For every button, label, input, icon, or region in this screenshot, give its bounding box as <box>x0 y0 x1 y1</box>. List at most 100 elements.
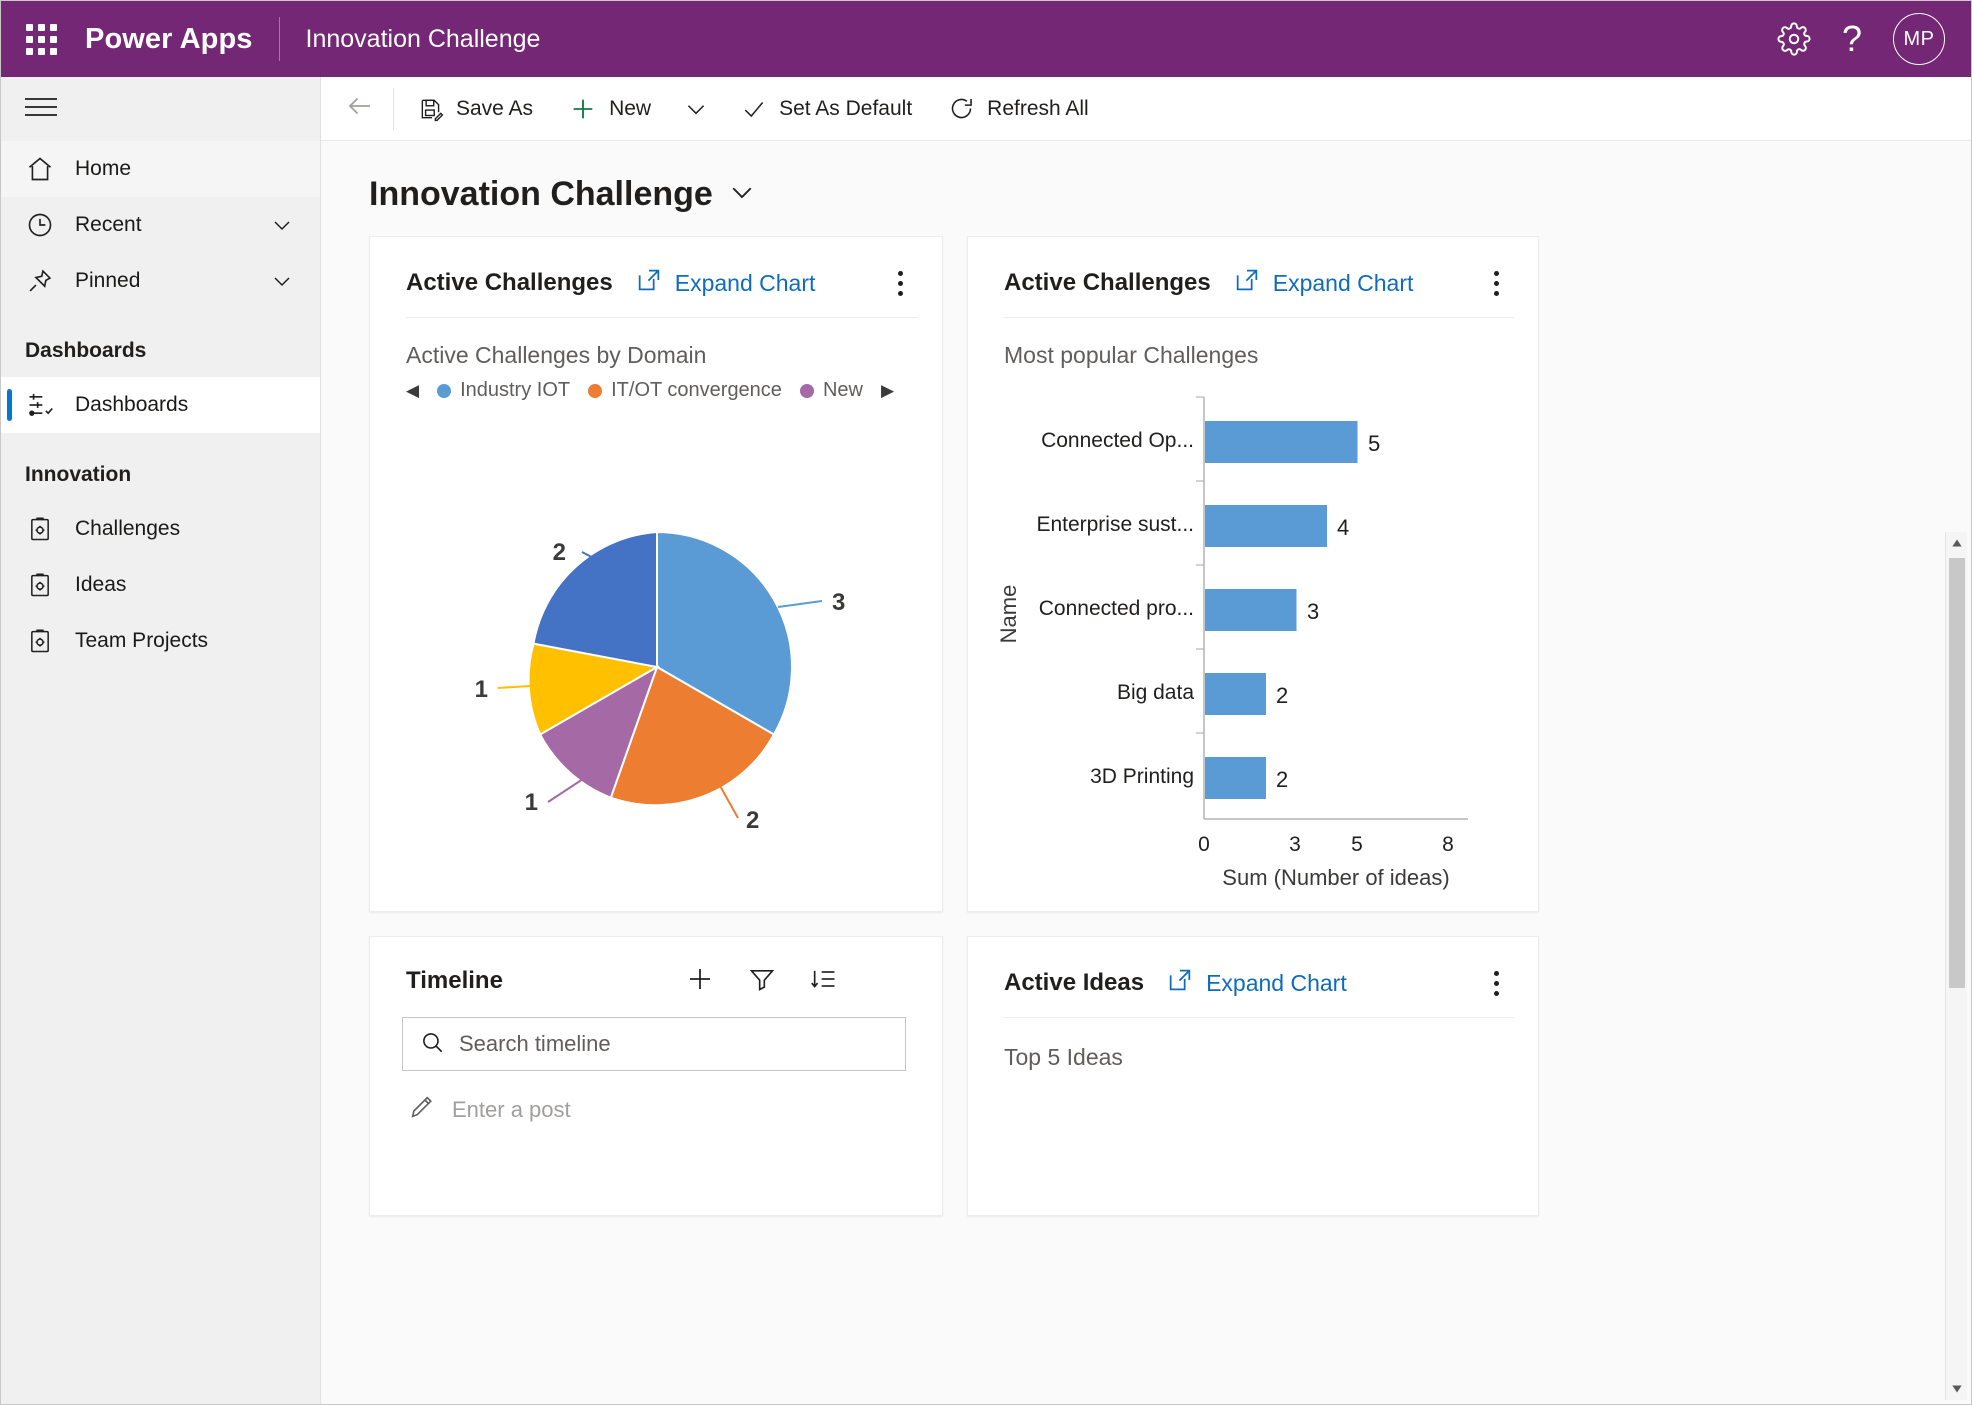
caret-right-icon[interactable]: ▶ <box>881 382 894 399</box>
card-header: Timeline <box>370 937 942 999</box>
card-more-options-button[interactable] <box>1476 963 1516 1003</box>
gear-icon <box>1777 22 1811 56</box>
top-navigation-bar: Power Apps Innovation Challenge ? MP <box>1 1 1971 77</box>
sidebar-item-home[interactable]: Home <box>1 141 320 197</box>
bar[interactable] <box>1205 589 1297 631</box>
question-mark-icon: ? <box>1841 18 1863 59</box>
bar[interactable] <box>1205 673 1266 715</box>
command-label: Refresh All <box>987 96 1089 120</box>
save-as-icon <box>418 96 444 122</box>
command-label: Set As Default <box>779 96 913 120</box>
card-title: Timeline <box>406 967 503 994</box>
sidebar-item-label: Recent <box>75 213 142 236</box>
bar[interactable] <box>1205 757 1266 799</box>
avatar[interactable]: MP <box>1893 13 1945 65</box>
settings-button[interactable] <box>1765 10 1823 68</box>
refresh-icon <box>948 95 975 122</box>
card-timeline: Timeline Search timeline Enter a post <box>369 936 943 1216</box>
ideas-subtitle: Top 5 Ideas <box>1004 1044 1123 1070</box>
y-tick-label: Connected pro... <box>1039 597 1194 620</box>
sidebar-item-dashboards[interactable]: Dashboards <box>1 377 320 433</box>
bar-value-label: 5 <box>1368 431 1380 456</box>
x-tick-label: 8 <box>1442 833 1454 856</box>
timeline-search-box[interactable] <box>402 1017 906 1071</box>
clipboard-gear-icon <box>23 515 57 543</box>
caret-left-icon[interactable]: ◀ <box>406 382 419 399</box>
bar-chart-svg: Name Connected Op... Enterprise sust... … <box>996 396 1468 890</box>
dashboard-grid: Active Challenges Expand Chart Active Ch… <box>369 236 1931 1216</box>
bar[interactable] <box>1205 421 1358 463</box>
save-as-button[interactable]: Save As <box>400 78 551 140</box>
sidebar-item-label: Challenges <box>75 517 181 540</box>
legend-swatch <box>437 383 452 398</box>
sidebar-group-innovation-title: Innovation <box>25 463 132 486</box>
brand-title[interactable]: Power Apps <box>85 23 253 56</box>
new-dropdown-button[interactable] <box>669 78 723 140</box>
app-name-label: Innovation Challenge <box>305 24 541 53</box>
timeline-more-options-button[interactable] <box>868 963 904 999</box>
back-button[interactable] <box>329 78 391 140</box>
scrollbar-thumb[interactable] <box>1949 558 1965 988</box>
back-arrow-icon <box>345 91 375 126</box>
sidebar-item-recent[interactable]: Recent <box>1 197 320 253</box>
pie-label: 3 <box>832 589 845 616</box>
x-tick-label: 0 <box>1198 833 1210 856</box>
legend-swatch <box>588 383 603 398</box>
pencil-icon <box>408 1093 436 1127</box>
expand-chart-button[interactable]: Expand Chart <box>1233 266 1414 300</box>
card-active-challenges-pie: Active Challenges Expand Chart Active Ch… <box>369 236 943 912</box>
avatar-initials: MP <box>1903 27 1935 50</box>
expand-chart-label: Expand Chart <box>1272 269 1414 296</box>
card-more-options-button[interactable] <box>880 263 920 303</box>
legend-item[interactable]: New <box>799 379 863 402</box>
card-more-options-button[interactable] <box>1476 263 1516 303</box>
chevron-down-icon <box>683 96 709 122</box>
search-input[interactable] <box>459 1031 889 1057</box>
app-launcher-icon[interactable] <box>19 17 63 61</box>
sitemap-toggle-button[interactable] <box>1 77 320 141</box>
timeline-post-row[interactable]: Enter a post <box>370 1071 942 1127</box>
pie-label: 2 <box>746 807 759 834</box>
chevron-down-icon[interactable] <box>270 213 294 237</box>
search-icon <box>419 1029 445 1060</box>
sidebar-item-team-projects[interactable]: Team Projects <box>1 613 320 669</box>
app-body: Home Recent Pinned Dashboards Dashboards… <box>1 77 1971 1404</box>
open-in-new-icon <box>1166 966 1194 1000</box>
chevron-down-icon[interactable] <box>727 177 757 212</box>
chevron-down-icon[interactable] <box>270 269 294 293</box>
sidebar-item-pinned[interactable]: Pinned <box>1 253 320 309</box>
set-as-default-button[interactable]: Set As Default <box>723 78 930 140</box>
pie-chart[interactable]: 2 3 1 1 2 <box>370 402 942 911</box>
home-icon <box>23 155 57 183</box>
sidebar-item-ideas[interactable]: Ideas <box>1 557 320 613</box>
scroll-up-button[interactable] <box>1950 532 1964 554</box>
more-vertical-icon <box>897 268 903 298</box>
help-button[interactable]: ? <box>1823 10 1881 68</box>
sidebar-item-challenges[interactable]: Challenges <box>1 501 320 557</box>
expand-chart-button[interactable]: Expand Chart <box>1166 966 1347 1000</box>
canvas-scrollbar[interactable] <box>1945 532 1967 1400</box>
timeline-sort-button[interactable] <box>806 963 842 999</box>
scrollbar-track[interactable] <box>1946 554 1967 1378</box>
expand-chart-label: Expand Chart <box>1206 969 1347 996</box>
card-title: Active Challenges <box>406 269 613 296</box>
chart-subtitle: Active Challenges by Domain <box>406 342 707 368</box>
bar-chart[interactable]: Name Connected Op... Enterprise sust... … <box>968 369 1538 911</box>
legend-item[interactable]: Industry IOT <box>437 379 570 402</box>
pie-label: 1 <box>475 676 488 703</box>
legend-swatch <box>799 383 814 398</box>
bar-value-label: 3 <box>1307 599 1319 624</box>
expand-chart-button[interactable]: Expand Chart <box>635 266 815 300</box>
timeline-filter-button[interactable] <box>744 963 780 999</box>
refresh-all-button[interactable]: Refresh All <box>930 78 1107 140</box>
x-tick-label: 5 <box>1351 833 1363 856</box>
caret-down-icon <box>1951 1385 1962 1393</box>
timeline-add-button[interactable] <box>682 963 718 999</box>
main-content: Save As New Set As Default Refresh All I… <box>321 77 1971 1404</box>
plus-icon <box>685 964 715 999</box>
new-button[interactable]: New <box>551 78 669 140</box>
bar[interactable] <box>1205 505 1327 547</box>
legend-item[interactable]: IT/OT convergence <box>588 379 782 402</box>
scroll-down-button[interactable] <box>1950 1378 1964 1400</box>
hamburger-icon <box>23 94 59 125</box>
